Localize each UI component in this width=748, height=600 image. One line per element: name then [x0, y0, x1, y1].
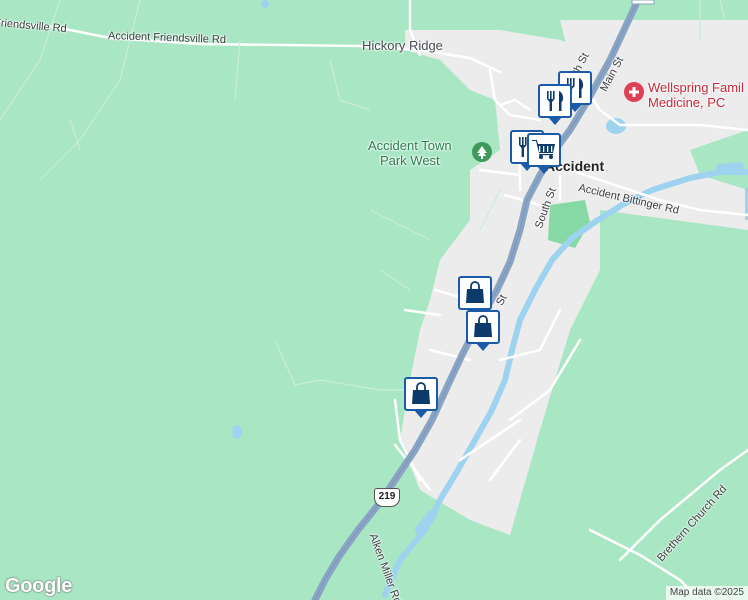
park-tree-icon[interactable] — [472, 142, 492, 162]
shopping-bag-icon — [461, 279, 489, 307]
pond-small — [232, 425, 242, 439]
map-canvas[interactable]: Friendsville Rd Accident Friendsville Rd… — [0, 0, 748, 600]
place-label-wellspring-medicine[interactable]: Wellspring Famil Medicine, PC — [648, 80, 744, 110]
medical-label-line2: Medicine, PC — [648, 95, 726, 110]
shopping-cart-icon — [530, 136, 558, 164]
shopping-bag-icon — [407, 380, 435, 408]
restaurant-pin-2[interactable] — [538, 84, 572, 125]
store-pin-2[interactable] — [466, 310, 500, 351]
park-label-line1: Accident Town — [368, 138, 452, 153]
map-attribution[interactable]: Map data ©2025 — [665, 586, 748, 600]
medical-cross-icon[interactable] — [624, 82, 644, 102]
grocery-pin[interactable] — [527, 133, 561, 174]
store-pin-1[interactable] — [458, 276, 492, 317]
park-label-line2: Park West — [379, 153, 440, 168]
place-label-hickory-ridge: Hickory Ridge — [362, 38, 443, 53]
fork-knife-icon — [541, 87, 569, 115]
store-pin-3[interactable] — [404, 377, 438, 418]
shopping-bag-icon — [469, 313, 497, 341]
google-logo: Google — [5, 575, 73, 597]
place-label-accident-town-park-west[interactable]: Accident Town Park West — [368, 138, 452, 168]
highway-top-cap — [631, 0, 655, 5]
us-219-shield: 219 — [374, 488, 400, 507]
pond-top — [261, 0, 269, 8]
medical-label-line1: Wellspring Famil — [648, 80, 744, 95]
